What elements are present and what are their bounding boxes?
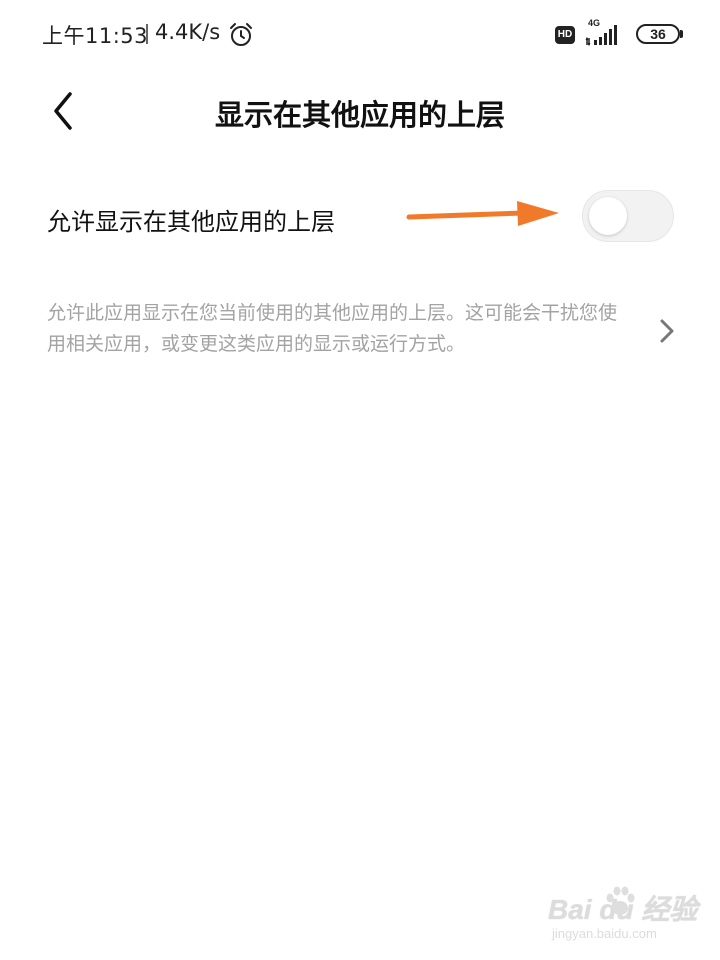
page-title: 显示在其他应用的上层: [214, 98, 505, 132]
watermark-url: jingyan.baidu.com: [552, 926, 657, 941]
overlay-permission-toggle[interactable]: [582, 190, 674, 242]
baidu-watermark: Bai du 经验 jingyan.baidu.com: [548, 880, 698, 950]
title-bar: 显示在其他应用的上层: [0, 76, 720, 146]
description-row[interactable]: 允许此应用显示在您当前使用的其他应用的上层。这可能会干扰您使用相关应用，或变更这…: [0, 298, 720, 368]
setting-row-overlay: 允许显示在其他应用的上层: [0, 180, 720, 254]
status-bar: 上午11:53 4.4K/s HD 4G 36: [0, 0, 720, 70]
signal-bars-icon: [585, 25, 617, 47]
battery-indicator: 36: [636, 24, 680, 44]
battery-tip: [680, 30, 683, 38]
status-time: 上午11:53: [42, 24, 149, 48]
setting-label: 允许显示在其他应用的上层: [47, 208, 335, 236]
alarm-clock-icon: [230, 23, 252, 46]
status-net-speed: 4.4K/s: [155, 20, 221, 44]
cell-signal-icon: 4G: [584, 18, 628, 48]
hd-badge: HD: [555, 26, 575, 44]
arrow-annotation-icon: [406, 201, 559, 226]
chevron-right-icon: [660, 319, 674, 343]
paw-logo-icon: [606, 886, 635, 915]
toggle-knob: [589, 197, 627, 235]
status-separator: [146, 24, 148, 44]
description-text: 允许此应用显示在您当前使用的其他应用的上层。这可能会干扰您使用相关应用，或变更这…: [47, 302, 618, 355]
